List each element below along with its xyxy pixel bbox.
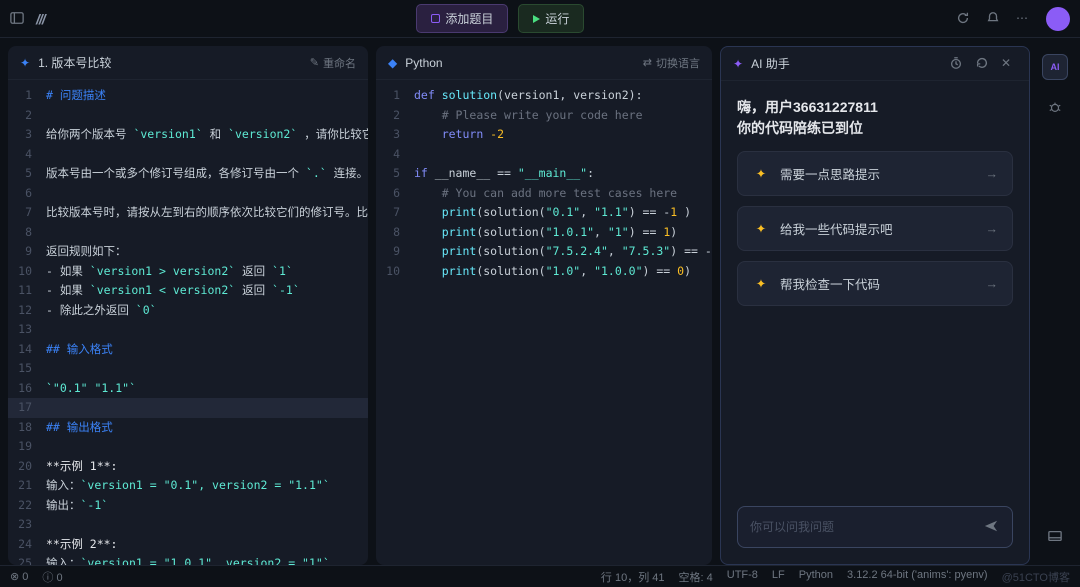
- ai-card-label: 需要一点思路提示: [780, 164, 880, 183]
- sparkle-icon: ✦: [752, 165, 770, 183]
- editor-line[interactable]: 9返回规则如下：: [8, 242, 368, 262]
- rename-button[interactable]: ✎ 重命名: [310, 55, 356, 71]
- notifications-icon[interactable]: [986, 11, 1002, 27]
- editor-line[interactable]: 6 # You can add more test cases here: [376, 184, 712, 204]
- add-problem-label: 添加题目: [445, 10, 493, 27]
- sidebar-toggle-icon[interactable]: [10, 11, 26, 27]
- pencil-icon: ✎: [310, 56, 319, 69]
- editor-line[interactable]: 22输出：`-1`: [8, 496, 368, 516]
- arrow-right-icon: →: [986, 222, 999, 236]
- status-python-version[interactable]: 3.12.2 64-bit ('anims': pyenv): [847, 569, 988, 585]
- editor-line[interactable]: 4: [376, 145, 712, 165]
- ai-panel: ✦ AI 助手 ✕ 嗨，用户36631227811 你的代码陪练已到位 ✦ 需要一…: [720, 46, 1030, 565]
- editor-line[interactable]: 8: [8, 223, 368, 243]
- ai-suggestion-card[interactable]: ✦ 需要一点思路提示 →: [737, 151, 1013, 196]
- status-cursor[interactable]: 行 10，列 41: [601, 569, 665, 585]
- editor-line[interactable]: 4: [8, 145, 368, 165]
- user-avatar[interactable]: [1046, 7, 1070, 31]
- editor-line[interactable]: 1# 问题描述: [8, 86, 368, 106]
- rail-bug-icon[interactable]: [1042, 94, 1068, 120]
- rail-ai-button[interactable]: AI: [1042, 54, 1068, 80]
- editor-line[interactable]: 9 print(solution("7.5.2.4", "7.5.3") == …: [376, 242, 712, 262]
- problem-title: 1. 版本号比较: [38, 54, 111, 71]
- editor-line[interactable]: 8 print(solution("1.0.1", "1") == 1): [376, 223, 712, 243]
- editor-line[interactable]: 11- 如果 `version1 < version2` 返回 `-1`: [8, 281, 368, 301]
- refresh-icon[interactable]: [956, 11, 972, 27]
- send-icon[interactable]: [984, 519, 1000, 535]
- status-encoding[interactable]: UTF-8: [727, 569, 758, 585]
- rail-terminal-icon[interactable]: [1042, 523, 1068, 549]
- status-errors[interactable]: ⊗ 0: [10, 570, 28, 583]
- status-warnings[interactable]: ⓘ 0: [42, 569, 62, 585]
- add-problem-button[interactable]: 添加题目: [416, 4, 508, 33]
- ai-chat-input[interactable]: [750, 520, 984, 534]
- status-eol[interactable]: LF: [772, 569, 785, 585]
- plus-square-icon: [431, 14, 440, 23]
- editor-line[interactable]: 2: [8, 106, 368, 126]
- close-icon[interactable]: ✕: [1001, 56, 1017, 72]
- status-bar: ⊗ 0 ⓘ 0 行 10，列 41 空格: 4 UTF-8 LF Python …: [0, 565, 1080, 587]
- editor-line[interactable]: 24**示例 2**:: [8, 535, 368, 555]
- ai-greeting: 嗨，用户36631227811 你的代码陪练已到位: [737, 97, 1013, 139]
- ai-card-label: 帮我检查一下代码: [780, 274, 880, 293]
- watermark: @51CTO博客: [1002, 569, 1070, 585]
- switch-language-button[interactable]: ⇄ 切换语言: [643, 55, 700, 71]
- problem-editor[interactable]: 1# 问题描述2 3给你两个版本号 `version1` 和 `version2…: [8, 80, 368, 565]
- sparkle-icon: ✦: [752, 275, 770, 293]
- editor-line[interactable]: 6: [8, 184, 368, 204]
- status-lang[interactable]: Python: [799, 569, 833, 585]
- editor-line[interactable]: 7比较版本号时，请按从左到右的顺序依次比较它们的修订号。比较修订号时，: [8, 203, 368, 223]
- code-editor[interactable]: 1def solution(version1, version2):2 # Pl…: [376, 80, 712, 565]
- swap-icon: ⇄: [643, 56, 652, 69]
- editor-line[interactable]: 15: [8, 359, 368, 379]
- editor-line[interactable]: 17: [8, 398, 368, 418]
- editor-line[interactable]: 16`"0.1" "1.1"`: [8, 379, 368, 399]
- arrow-right-icon: →: [986, 167, 999, 181]
- ai-input-container[interactable]: [737, 506, 1013, 548]
- sparkle-icon: ✦: [752, 220, 770, 238]
- history-icon[interactable]: [975, 56, 991, 72]
- editor-line[interactable]: 5if __name__ == "__main__":: [376, 164, 712, 184]
- editor-line[interactable]: 3 return -2: [376, 125, 712, 145]
- editor-line[interactable]: 7 print(solution("0.1", "1.1") == -1 ): [376, 203, 712, 223]
- editor-line[interactable]: 20**示例 1**:: [8, 457, 368, 477]
- editor-line[interactable]: 13: [8, 320, 368, 340]
- app-logo: ///: [36, 11, 45, 27]
- run-button[interactable]: 运行: [518, 4, 584, 33]
- editor-line[interactable]: 10- 如果 `version1 > version2` 返回 `1`: [8, 262, 368, 282]
- editor-line[interactable]: 21输入：`version1 = "0.1", version2 = "1.1"…: [8, 476, 368, 496]
- editor-line[interactable]: 5版本号由一个或多个修订号组成，各修订号由一个 `.` 连接。每个修订号由: [8, 164, 368, 184]
- editor-line[interactable]: 18## 输出格式: [8, 418, 368, 438]
- main-content: ✦ 1. 版本号比较 ✎ 重命名 1# 问题描述2 3给你两个版本号 `vers…: [0, 38, 1080, 565]
- title-bar: /// 添加题目 运行 ⋯: [0, 0, 1080, 38]
- run-label: 运行: [545, 10, 569, 27]
- editor-line[interactable]: 12- 除此之外返回 `0`: [8, 301, 368, 321]
- right-rail: AI: [1038, 46, 1072, 565]
- status-spaces[interactable]: 空格: 4: [679, 569, 713, 585]
- ai-card-label: 给我一些代码提示吧: [780, 219, 893, 238]
- arrow-right-icon: →: [986, 277, 999, 291]
- timer-icon[interactable]: [949, 56, 965, 72]
- ai-suggestion-card[interactable]: ✦ 帮我检查一下代码 →: [737, 261, 1013, 306]
- problem-icon: ✦: [20, 56, 30, 70]
- code-language: Python: [405, 56, 442, 70]
- editor-line[interactable]: 23: [8, 515, 368, 535]
- editor-line[interactable]: 3给你两个版本号 `version1` 和 `version2` ，请你比较它们…: [8, 125, 368, 145]
- ai-title: AI 助手: [751, 55, 790, 72]
- editor-line[interactable]: 25输入：`version1 = "1.0.1", version2 = "1"…: [8, 554, 368, 565]
- play-icon: [533, 15, 540, 23]
- code-icon: ◆: [388, 56, 397, 70]
- ai-suggestion-card[interactable]: ✦ 给我一些代码提示吧 →: [737, 206, 1013, 251]
- editor-line[interactable]: 1def solution(version1, version2):: [376, 86, 712, 106]
- problem-panel: ✦ 1. 版本号比较 ✎ 重命名 1# 问题描述2 3给你两个版本号 `vers…: [8, 46, 368, 565]
- sparkle-icon: ✦: [733, 57, 743, 71]
- editor-line[interactable]: 10 print(solution("1.0", "1.0.0") == 0): [376, 262, 712, 282]
- editor-line[interactable]: 19: [8, 437, 368, 457]
- more-icon[interactable]: ⋯: [1016, 11, 1032, 27]
- editor-line[interactable]: 2 # Please write your code here: [376, 106, 712, 126]
- code-panel: ◆ Python ⇄ 切换语言 1def solution(version1, …: [376, 46, 712, 565]
- editor-line[interactable]: 14## 输入格式: [8, 340, 368, 360]
